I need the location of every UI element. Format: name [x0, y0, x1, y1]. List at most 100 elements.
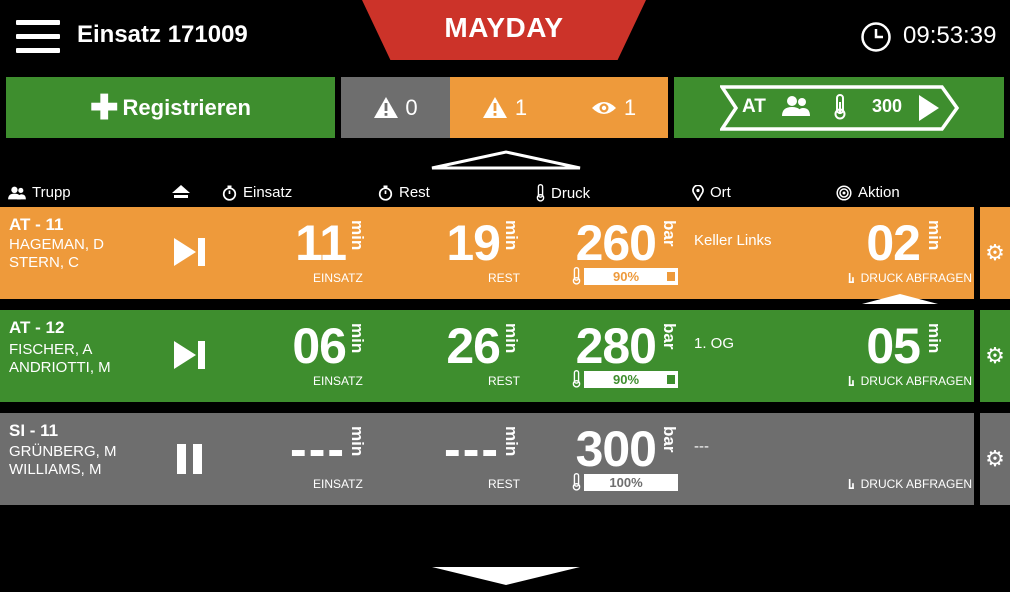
- column-header-trupp: Trupp: [8, 184, 71, 201]
- column-header-ort: Ort: [692, 184, 731, 201]
- clock-icon: [861, 22, 891, 52]
- stopwatch-icon: [222, 185, 237, 201]
- target-icon: [836, 184, 852, 201]
- mayday-button[interactable]: MAYDAY: [362, 0, 646, 60]
- pressure-gauge-icon: [572, 267, 581, 285]
- clock-time: 09:53:39: [903, 22, 997, 49]
- hamburger-icon[interactable]: [16, 20, 60, 54]
- stopwatch-icon: [378, 185, 393, 201]
- druck-bar: 90%: [584, 268, 678, 285]
- sort-up-icon[interactable]: [171, 184, 191, 201]
- warning-icon: [482, 97, 507, 118]
- column-header-druck: Druck: [536, 184, 590, 202]
- trupp-member: STERN, C: [9, 254, 80, 271]
- min-unit: min: [348, 426, 367, 457]
- druck-bar: 90%: [584, 371, 678, 388]
- gauge-small-icon: [848, 479, 854, 489]
- min-unit: min: [502, 426, 521, 457]
- rest-label: REST: [488, 374, 521, 388]
- druck-abfragen-action[interactable]: DRUCK ABFRAGEN: [848, 477, 972, 491]
- druck-abfragen-action[interactable]: DRUCK ABFRAGEN: [848, 374, 972, 388]
- alarm-count-grey[interactable]: 0: [341, 77, 450, 138]
- gauge-small-icon: [848, 273, 854, 283]
- settings-button[interactable]: ⚙: [980, 207, 1010, 299]
- druck-value: 280: [575, 318, 657, 374]
- pressure-gauge-icon: [834, 94, 846, 120]
- people-icon: [8, 186, 26, 199]
- trupp-row-si-11[interactable]: SI - 11 GRÜNBERG, M WILLIAMS, M --- min …: [0, 413, 974, 505]
- bar-unit: bar: [660, 220, 679, 247]
- trupp-row-at-11[interactable]: AT - 11 HAGEMAN, D STERN, C 11 min EINSA…: [0, 207, 974, 304]
- trupp-row-at-12[interactable]: AT - 12 FISCHER, A ANDRIOTTI, M 06 min E…: [0, 310, 974, 402]
- scroll-down-arrow[interactable]: [430, 566, 582, 586]
- trupp-member: WILLIAMS, M: [9, 461, 102, 478]
- min-unit: min: [502, 323, 521, 354]
- settings-button[interactable]: ⚙: [980, 310, 1010, 402]
- column-header-aktion: Aktion: [836, 184, 900, 201]
- rest-value: 26: [446, 318, 501, 374]
- rest-label: REST: [488, 477, 521, 491]
- pressure-gauge-icon: [572, 473, 581, 491]
- min-unit: min: [502, 220, 521, 251]
- bar-end-marker: [667, 272, 675, 281]
- rest-value: 19: [446, 215, 501, 271]
- trupp-member: GRÜNBERG, M: [9, 443, 117, 460]
- min-unit: min: [348, 220, 367, 251]
- ort-value: ---: [694, 438, 709, 455]
- plus-icon: ✚: [90, 88, 119, 127]
- alarm-grey-count: 0: [405, 94, 418, 120]
- scroll-up-arrow[interactable]: [430, 150, 582, 170]
- min-unit: min: [925, 220, 944, 251]
- einsatz-label: EINSATZ: [313, 271, 363, 285]
- register-button[interactable]: ✚ Registrieren: [6, 77, 335, 138]
- play-icon: [919, 95, 939, 121]
- skip-forward-icon[interactable]: [173, 237, 207, 267]
- pressure-gauge-icon: [536, 184, 545, 202]
- aktion-value: 05: [866, 318, 921, 374]
- bar-unit: bar: [660, 426, 679, 453]
- settings-button[interactable]: ⚙: [980, 413, 1010, 505]
- page-title: Einsatz 171009: [77, 21, 248, 48]
- druck-value: 260: [575, 215, 657, 271]
- druck-percent: 90%: [612, 372, 640, 387]
- trupp-name: AT - 11: [9, 215, 64, 234]
- bar-unit: bar: [660, 323, 679, 350]
- druck-value: 300: [575, 421, 657, 477]
- einsatz-label: EINSATZ: [313, 374, 363, 388]
- druck-abfragen-action[interactable]: DRUCK ABFRAGEN: [848, 271, 972, 285]
- trupp-member: ANDRIOTTI, M: [9, 359, 111, 376]
- column-header-rest: Rest: [378, 184, 430, 201]
- column-header-einsatz: Einsatz: [222, 184, 292, 201]
- aktion-value: 02: [866, 215, 921, 271]
- trupp-member: FISCHER, A: [9, 341, 93, 358]
- min-unit: min: [348, 323, 367, 354]
- at-group-button[interactable]: AT 300: [674, 77, 1004, 138]
- alarm-count-orange[interactable]: 1 1: [450, 77, 668, 138]
- einsatz-value: 11: [295, 215, 347, 271]
- warning-icon: [374, 97, 399, 118]
- ort-value: Keller Links: [694, 232, 772, 249]
- ort-value: 1. OG: [694, 335, 735, 352]
- trupp-name: AT - 12: [9, 318, 65, 337]
- min-unit: min: [925, 323, 944, 354]
- trupp-name: SI - 11: [9, 421, 59, 440]
- location-pin-icon: [692, 184, 704, 201]
- alarm-orange-count: 1: [514, 94, 528, 120]
- people-icon: [782, 96, 810, 116]
- druck-percent: 100%: [609, 475, 643, 490]
- gear-icon: ⚙: [985, 343, 1005, 368]
- skip-forward-icon[interactable]: [173, 340, 207, 370]
- at-label: AT: [742, 96, 766, 117]
- eye-count: 1: [623, 94, 637, 120]
- gauge-small-icon: [848, 376, 854, 386]
- trupp-member: HAGEMAN, D: [9, 236, 105, 253]
- einsatz-value: 06: [292, 318, 347, 374]
- einsatz-value: ---: [290, 421, 346, 477]
- druck-bar: 100%: [584, 474, 678, 491]
- gear-icon: ⚙: [985, 446, 1005, 471]
- druck-percent: 90%: [612, 269, 640, 284]
- eye-icon: [591, 101, 616, 114]
- rest-value: ---: [444, 421, 500, 477]
- rest-label: REST: [488, 271, 521, 285]
- pause-icon[interactable]: [176, 443, 204, 475]
